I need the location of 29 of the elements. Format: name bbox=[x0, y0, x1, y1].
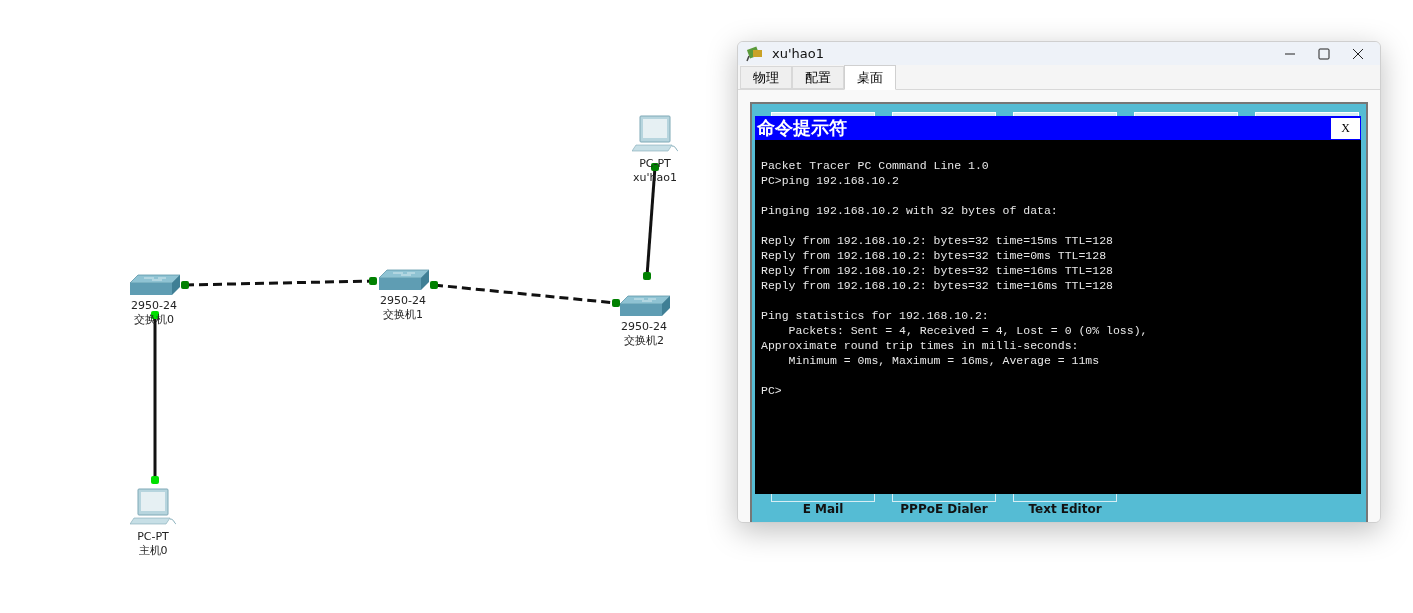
tab[interactable]: 物理 bbox=[740, 66, 792, 89]
device-name: 交换机1 bbox=[383, 308, 423, 322]
device-model: PC-PT bbox=[639, 157, 671, 171]
terminal-line: Reply from 192.168.10.2: bytes=32 time=16ms TTL=128 bbox=[761, 278, 1114, 293]
terminal-line: PC> bbox=[761, 383, 783, 398]
terminal-line: Reply from 192.168.10.2: bytes=32 time=0ms TTL=128 bbox=[761, 248, 1108, 263]
terminal-line: Minimum = 0ms, Maximum = 16ms, Average = 11ms bbox=[787, 353, 1101, 368]
app-label: PPPoE Dialer bbox=[900, 502, 988, 516]
device-name: 交换机2 bbox=[624, 334, 664, 348]
tab[interactable]: 桌面 bbox=[844, 65, 896, 90]
device-model: PC-PT bbox=[137, 530, 169, 544]
terminal-line: Packet Tracer PC Command Line 1.0 bbox=[761, 158, 990, 173]
tab[interactable]: 配置 bbox=[792, 66, 844, 89]
terminal-line: Ping statistics for 192.168.10.2: bbox=[761, 308, 990, 323]
device-model: 2950-24 bbox=[621, 320, 667, 334]
device-name: 主机0 bbox=[138, 544, 168, 558]
close-button[interactable]: X bbox=[1331, 117, 1360, 139]
window-title: xu'hao1 bbox=[772, 44, 824, 63]
device-model: 2950-24 bbox=[131, 299, 177, 313]
terminal-line: Pinging 192.168.10.2 with 32 bytes of data: bbox=[761, 203, 1059, 218]
device-model: 2950-24 bbox=[380, 294, 426, 308]
app-label: Text Editor bbox=[1028, 502, 1102, 516]
command-prompt-title: 命令提示符 bbox=[757, 117, 847, 139]
terminal-line: Packets: Sent = 4, Received = 4, Lost = 0 (0% loss), bbox=[787, 323, 1149, 338]
app-label: E Mail bbox=[802, 502, 844, 516]
terminal-line: PC>ping 192.168.10.2 bbox=[761, 173, 901, 188]
terminal-line: Reply from 192.168.10.2: bytes=32 time=16ms TTL=128 bbox=[761, 263, 1114, 278]
terminal-line: Approximate round trip times in milli-seconds: bbox=[761, 338, 1080, 353]
terminal-line: Reply from 192.168.10.2: bytes=32 time=15ms TTL=128 bbox=[761, 233, 1114, 248]
